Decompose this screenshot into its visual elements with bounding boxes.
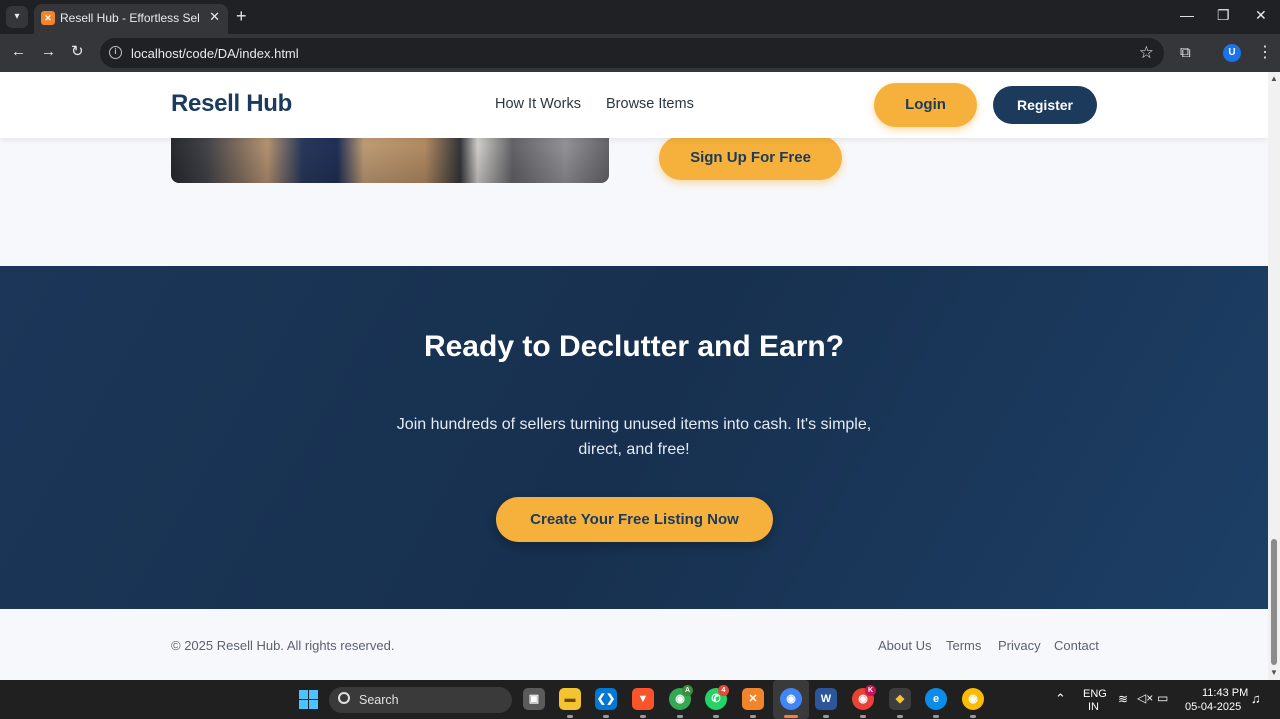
chrome-k-badge: K (865, 685, 876, 696)
notification-bell-icon[interactable]: ♫ (1251, 691, 1261, 706)
volume-muted-icon[interactable]: ◁× (1137, 691, 1153, 705)
minimize-icon[interactable]: — (1180, 7, 1194, 23)
task-view-icon[interactable]: ▣ (523, 688, 545, 710)
cta-section: Ready to Declutter and Earn? Join hundre… (0, 266, 1268, 609)
nav-how-it-works[interactable]: How It Works (495, 96, 581, 112)
site-footer: © 2025 Resell Hub. All rights reserved. … (0, 609, 1268, 680)
reload-icon[interactable]: ↻ (71, 43, 84, 61)
running-indicator (567, 715, 573, 718)
taskbar-search-label: Search (359, 693, 399, 707)
cta-title: Ready to Declutter and Earn? (423, 330, 845, 363)
active-indicator (784, 715, 798, 718)
battery-icon[interactable]: ▭ (1157, 691, 1168, 705)
brave-icon[interactable]: ▼ (632, 688, 654, 710)
wifi-icon[interactable]: ≋ (1118, 692, 1128, 706)
vscode-icon[interactable]: ❮❯ (595, 688, 617, 710)
running-indicator (897, 715, 903, 718)
clock-date[interactable]: 05-04-2025 (1185, 701, 1241, 713)
tab-title: Resell Hub - Effortless Selling, D (60, 11, 200, 25)
tab-close-icon[interactable]: ✕ (209, 9, 220, 25)
footer-link-contact[interactable]: Contact (1054, 638, 1099, 653)
clock-time[interactable]: 11:43 PM (1202, 687, 1248, 699)
windows-taskbar: Search ▣ ▬ ❮❯ ▼ ◉ A ✆ 4 ✕ ◉ W ◉ K ◆ e ◉ … (0, 680, 1280, 719)
whatsapp-badge: 4 (718, 685, 729, 696)
browser-tabstrip: ▾ ✕ Resell Hub - Effortless Selling, D ✕… (0, 0, 1280, 34)
cta-description: Join hundreds of sellers turning unused … (396, 416, 872, 458)
tray-overflow-icon[interactable]: ⌃ (1055, 691, 1066, 707)
chrome-active-icon[interactable]: ◉ (780, 688, 802, 710)
scroll-up-icon[interactable]: ▲ (1270, 74, 1278, 83)
edge-icon[interactable]: e (925, 688, 947, 710)
language-bottom[interactable]: IN (1088, 701, 1099, 713)
site-logo[interactable]: Resell Hub (171, 90, 292, 118)
running-indicator (970, 715, 976, 718)
page-viewport: Sign Up For Free Resell Hub How It Works… (0, 72, 1268, 680)
file-explorer-icon[interactable]: ▬ (559, 688, 581, 710)
scrollbar-thumb[interactable] (1271, 539, 1277, 665)
chrome-profile-2-icon[interactable]: ◉ (962, 688, 984, 710)
register-button[interactable]: Register (993, 86, 1097, 124)
copyright-text: © 2025 Resell Hub. All rights reserved. (171, 638, 395, 653)
snipping-tool-icon[interactable]: ◆ (889, 688, 911, 710)
browser-menu-icon[interactable]: ⋮ (1257, 42, 1273, 62)
sign-up-button[interactable]: Sign Up For Free (659, 136, 842, 180)
maximize-icon[interactable]: ❐ (1217, 7, 1230, 24)
page-scrollbar[interactable]: ▲ ▼ (1268, 72, 1280, 680)
forward-icon[interactable]: → (41, 43, 56, 61)
extensions-icon[interactable]: ⧉ (1180, 44, 1191, 61)
running-indicator (713, 715, 719, 718)
bookmark-star-icon[interactable]: ☆ (1139, 43, 1154, 63)
xampp-icon[interactable]: ✕ (742, 688, 764, 710)
scroll-down-icon[interactable]: ▼ (1270, 668, 1278, 677)
tab-search-button[interactable]: ▾ (6, 6, 28, 28)
running-indicator (823, 715, 829, 718)
create-listing-button[interactable]: Create Your Free Listing Now (496, 497, 773, 542)
browser-toolbar: ← → ↻ i localhost/code/DA/index.html ☆ (0, 34, 1280, 72)
running-indicator (860, 715, 866, 718)
url-text[interactable]: localhost/code/DA/index.html (131, 46, 299, 61)
running-indicator (603, 715, 609, 718)
windows-start-icon[interactable] (299, 690, 318, 709)
profile-avatar[interactable]: U (1223, 44, 1241, 62)
search-icon (338, 692, 350, 704)
running-indicator (640, 715, 646, 718)
language-top[interactable]: ENG (1083, 688, 1107, 700)
footer-link-terms[interactable]: Terms (946, 638, 981, 653)
window-close-icon[interactable]: ✕ (1255, 7, 1267, 24)
site-header: Resell Hub How It Works Browse Items Log… (0, 72, 1268, 138)
address-bar[interactable]: i localhost/code/DA/index.html ☆ (100, 38, 1164, 68)
footer-link-privacy[interactable]: Privacy (998, 638, 1041, 653)
nav-browse-items[interactable]: Browse Items (606, 96, 694, 112)
word-icon[interactable]: W (815, 688, 837, 710)
login-button[interactable]: Login (874, 83, 977, 127)
back-icon[interactable]: ← (11, 43, 26, 61)
running-indicator (677, 715, 683, 718)
footer-link-about[interactable]: About Us (878, 638, 931, 653)
site-info-icon[interactable]: i (109, 46, 122, 59)
new-tab-button[interactable]: + (236, 7, 247, 25)
taskbar-search[interactable]: Search (329, 687, 512, 713)
xampp-favicon-icon: ✕ (41, 11, 55, 25)
chrome-profile-badge: A (682, 685, 693, 696)
browser-tab-active[interactable]: ✕ Resell Hub - Effortless Selling, D ✕ (34, 4, 228, 34)
running-indicator (750, 715, 756, 718)
running-indicator (933, 715, 939, 718)
